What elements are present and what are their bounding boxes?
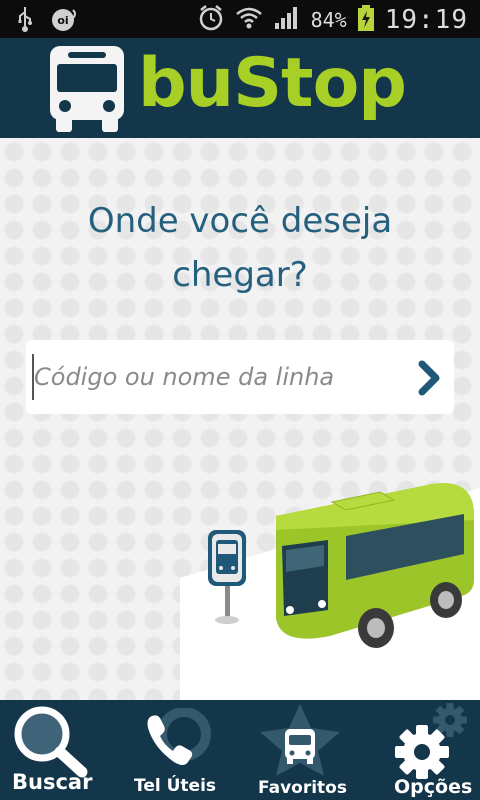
signal-icon [273,5,301,35]
nav-favoritos-label: Favoritos [258,778,347,798]
app-title: buStop [138,44,407,123]
nav-opcoes-label: Opções [394,776,473,798]
search-box [26,340,454,414]
main-content: Onde você deseja chegar? [0,138,480,700]
battery-percent: 84% [310,8,347,32]
alarm-icon [197,4,225,36]
bus-star-icon [256,702,344,782]
nav-tel-uteis-label: Tel Úteis [134,776,217,796]
bottom-navigation: Buscar Tel Úteis Favoritos Opções [0,700,480,800]
clock: 19:19 [384,5,468,35]
usb-icon [16,6,34,36]
nav-opcoes[interactable]: Opções [360,700,480,800]
bus-illustration [180,468,480,700]
nav-buscar[interactable]: Buscar [0,700,120,800]
chevron-right-icon[interactable] [412,358,446,398]
status-bar: oi 84% 19:19 [0,0,480,38]
svg-text:oi: oi [57,14,68,27]
phone-icon [142,707,214,776]
battery-charging-icon [357,4,375,36]
nav-tel-uteis[interactable]: Tel Úteis [120,700,240,800]
gear-icon [390,700,476,784]
nav-buscar-label: Buscar [12,770,93,794]
app-header: buStop [0,38,480,138]
bus-logo-icon [48,44,126,138]
search-input[interactable] [32,354,402,400]
nav-favoritos[interactable]: Favoritos [240,700,360,800]
wifi-icon [235,5,263,35]
question-heading: Onde você deseja chegar? [87,201,393,295]
carrier-icon: oi [50,6,80,36]
